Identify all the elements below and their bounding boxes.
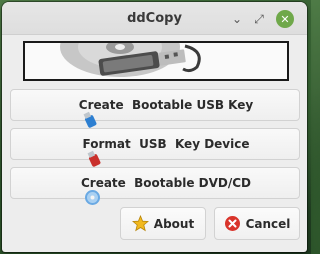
cancel-circle-icon bbox=[224, 215, 241, 232]
usb-drive-red-icon bbox=[61, 136, 101, 167]
app-window: ddCopy ⌄ ⤢ ✕ Create Bootable USB Key For… bbox=[2, 2, 307, 252]
usb-key-and-disc-banner bbox=[23, 41, 289, 81]
cancel-label: Cancel bbox=[245, 216, 291, 231]
banner-illustration bbox=[60, 43, 201, 77]
create-bootable-dvd-button[interactable]: Create Bootable DVD/CD bbox=[10, 167, 300, 205]
about-label: About bbox=[153, 216, 195, 231]
format-usb-key-button[interactable]: Format USB Key Device bbox=[10, 128, 300, 167]
create-bootable-dvd-label: Create Bootable DVD/CD bbox=[80, 176, 252, 190]
format-usb-key-label: Format USB Key Device bbox=[82, 137, 250, 151]
create-bootable-usb-label: Create Bootable USB Key bbox=[78, 98, 254, 112]
close-button[interactable]: ✕ bbox=[276, 10, 294, 28]
disc-icon bbox=[59, 175, 101, 205]
title-bar[interactable]: ddCopy ⌄ ⤢ ✕ bbox=[2, 2, 307, 35]
usb-drive-blue-icon bbox=[57, 97, 97, 128]
cancel-button[interactable]: Cancel bbox=[214, 207, 300, 240]
create-bootable-usb-button[interactable]: Create Bootable USB Key bbox=[10, 89, 300, 128]
about-button[interactable]: About bbox=[120, 207, 206, 240]
maximize-button[interactable]: ⤢ bbox=[250, 10, 268, 28]
star-icon bbox=[131, 214, 149, 232]
minimize-button[interactable]: ⌄ bbox=[228, 10, 246, 28]
